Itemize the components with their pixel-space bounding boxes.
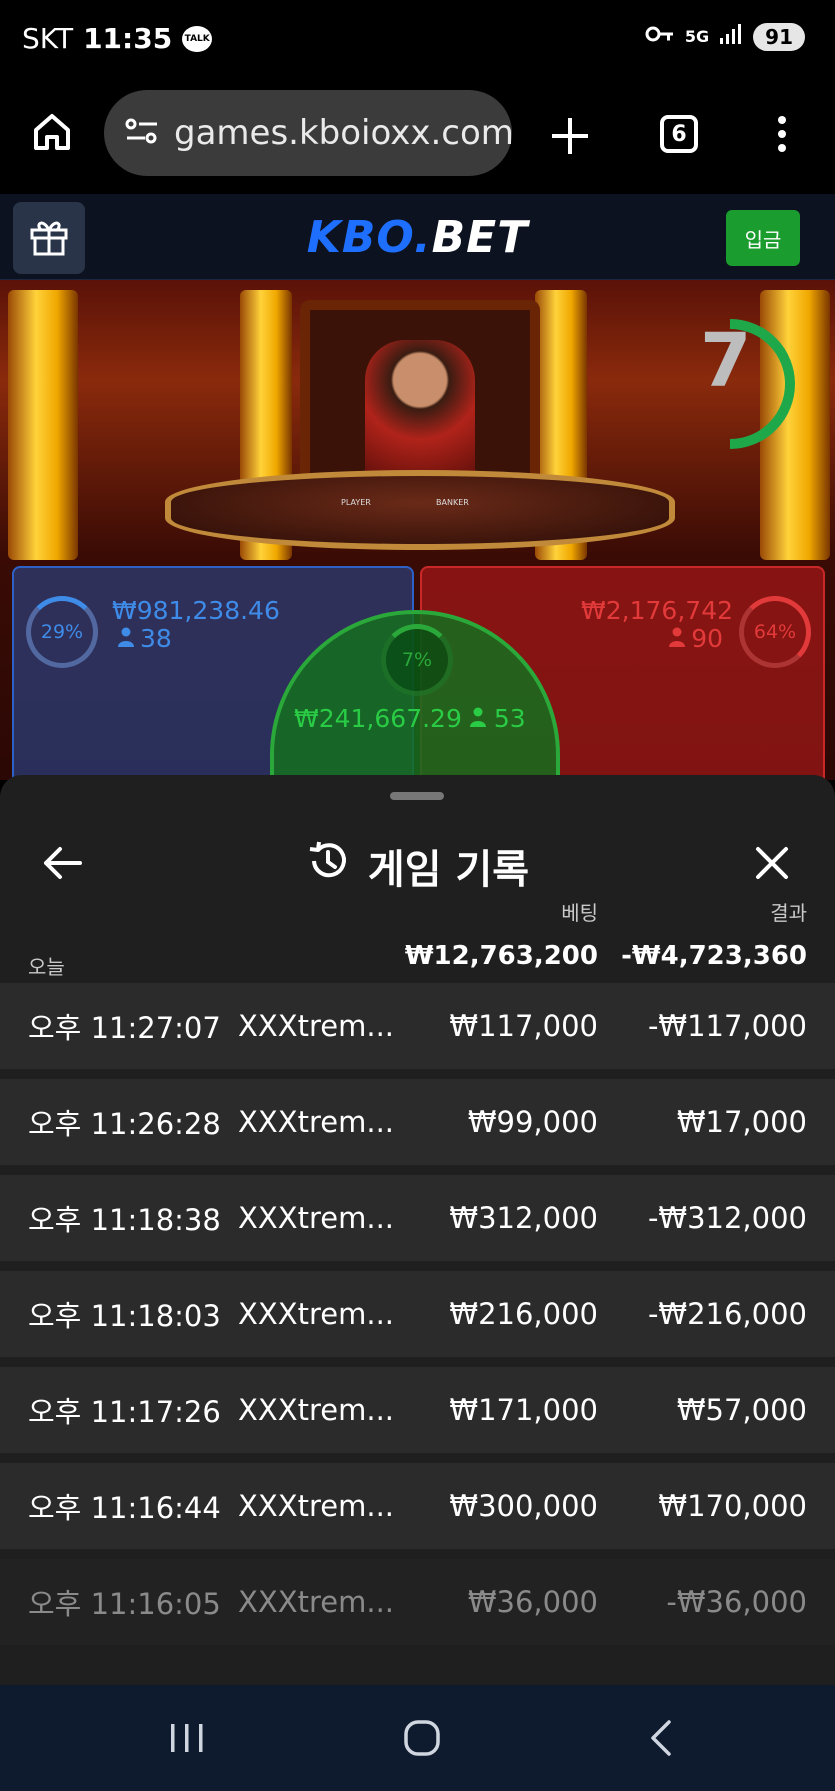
- person-icon: [118, 624, 134, 653]
- tie-percent-ring: 7%: [381, 624, 453, 696]
- row-result: -₩117,000: [647, 1009, 807, 1043]
- countdown-timer: 7: [700, 318, 752, 404]
- carrier-label: SKT: [22, 22, 74, 55]
- battery-indicator: 91: [753, 22, 805, 51]
- history-row[interactable]: 오후 11:17:26 XXXtrem... ₩171,000 ₩57,000: [0, 1367, 835, 1453]
- banker-bettors: 90: [691, 624, 723, 653]
- sheet-drag-handle[interactable]: [390, 792, 444, 800]
- row-time: 오후 11:18:03: [28, 1299, 221, 1333]
- today-result-total: -₩4,723,360: [621, 941, 807, 971]
- column-header-result: 결과: [770, 901, 807, 925]
- close-icon[interactable]: [752, 843, 792, 887]
- more-menu-icon[interactable]: [770, 112, 794, 160]
- url-text: games.kboioxx.com/: [174, 113, 512, 153]
- table-label-banker: BANKER: [436, 498, 469, 507]
- row-time: 오후 11:16:05: [28, 1587, 221, 1621]
- browser-toolbar: games.kboioxx.com/ 6: [0, 82, 835, 194]
- row-result: -₩216,000: [647, 1297, 807, 1331]
- banker-amount: ₩2,176,742: [581, 596, 733, 625]
- row-time: 오후 11:27:07: [28, 1011, 221, 1045]
- sheet-title-wrap: 게임 기록: [0, 837, 835, 895]
- game-table: PLAYER BANKER: [165, 470, 675, 550]
- live-game-view: PLAYER BANKER 7 29% ₩981,238.46 38 ₩2,17…: [0, 280, 835, 780]
- new-tab-icon[interactable]: [548, 114, 592, 162]
- history-row[interactable]: 오후 11:16:05 XXXtrem... ₩36,000 -₩36,000: [0, 1559, 835, 1645]
- row-result: -₩312,000: [647, 1201, 807, 1235]
- sheet-title: 게임 기록: [367, 847, 530, 893]
- home-nav-icon[interactable]: [400, 1715, 444, 1761]
- tie-amount: ₩241,667.29: [294, 704, 462, 733]
- row-game: XXXtrem...: [238, 1489, 395, 1523]
- row-game: XXXtrem...: [238, 1393, 395, 1427]
- row-game: XXXtrem...: [238, 1105, 395, 1139]
- table-label-player: PLAYER: [341, 498, 371, 507]
- column-header-bet: 베팅: [561, 901, 598, 925]
- deposit-button[interactable]: 입금: [726, 210, 800, 266]
- row-game: XXXtrem...: [238, 1009, 395, 1043]
- site-logo[interactable]: KBO.BET: [0, 212, 835, 263]
- game-history-sheet: 게임 기록 베팅 결과 오늘 ₩12,763,200 -₩4,723,360 오…: [0, 775, 835, 1685]
- person-icon: [669, 624, 686, 653]
- row-bet: ₩171,000: [449, 1393, 598, 1427]
- today-summary-row: 오늘 ₩12,763,200 -₩4,723,360: [0, 935, 835, 979]
- recent-apps-icon[interactable]: [165, 1715, 209, 1761]
- history-row[interactable]: 오후 11:18:03 XXXtrem... ₩216,000 -₩216,00…: [0, 1271, 835, 1357]
- sheet-header: 게임 기록: [0, 823, 835, 903]
- tie-bettors: 53: [493, 704, 526, 733]
- row-game: XXXtrem...: [238, 1201, 395, 1235]
- row-time: 오후 11:26:28: [28, 1107, 221, 1141]
- home-icon[interactable]: [30, 110, 74, 158]
- site-header: KBO.BET 입금: [0, 194, 835, 280]
- network-label: 5G: [684, 27, 710, 46]
- row-bet: ₩99,000: [467, 1105, 598, 1139]
- history-icon: [306, 839, 350, 893]
- row-time: 오후 11:16:44: [28, 1491, 221, 1525]
- status-bar: SKT 11:35 TALK 5G 91: [0, 0, 835, 82]
- row-bet: ₩300,000: [449, 1489, 598, 1523]
- logo-bet: BET: [431, 212, 529, 263]
- site-settings-icon[interactable]: [124, 116, 160, 150]
- player-bettors: 38: [140, 624, 172, 653]
- history-row[interactable]: 오후 11:18:38 XXXtrem... ₩312,000 -₩312,00…: [0, 1175, 835, 1261]
- row-game: XXXtrem...: [238, 1585, 395, 1619]
- kakaotalk-icon: TALK: [182, 25, 213, 52]
- history-row[interactable]: 오후 11:27:07 XXXtrem... ₩117,000 -₩117,00…: [0, 983, 835, 1069]
- player-amount: ₩981,238.46: [112, 596, 280, 625]
- row-bet: ₩117,000: [449, 1009, 598, 1043]
- today-label: 오늘: [28, 955, 65, 979]
- row-result: ₩17,000: [676, 1105, 807, 1139]
- row-result: ₩170,000: [658, 1489, 807, 1523]
- back-nav-icon[interactable]: [640, 1715, 684, 1761]
- row-result: -₩36,000: [666, 1585, 807, 1619]
- today-bet-total: ₩12,763,200: [404, 941, 598, 971]
- row-game: XXXtrem...: [238, 1297, 395, 1331]
- key-icon: [645, 24, 675, 49]
- row-time: 오후 11:18:38: [28, 1203, 221, 1237]
- person-icon: [469, 704, 486, 733]
- row-bet: ₩216,000: [449, 1297, 598, 1331]
- banker-percent-ring: 64%: [739, 596, 811, 668]
- history-row[interactable]: 오후 11:26:28 XXXtrem... ₩99,000 ₩17,000: [0, 1079, 835, 1165]
- row-result: ₩57,000: [676, 1393, 807, 1427]
- player-percent-ring: 29%: [26, 596, 98, 668]
- clock: 11:35: [83, 22, 173, 55]
- row-bet: ₩36,000: [467, 1585, 598, 1619]
- logo-kbo: KBO.: [306, 212, 432, 263]
- row-time: 오후 11:17:26: [28, 1395, 221, 1429]
- tab-switcher-button[interactable]: 6: [660, 115, 698, 153]
- history-row[interactable]: 오후 11:16:44 XXXtrem... ₩300,000 ₩170,000: [0, 1463, 835, 1549]
- decor-pillar: [8, 290, 78, 560]
- row-bet: ₩312,000: [449, 1201, 598, 1235]
- signal-icon: [719, 22, 743, 51]
- system-nav-bar: [0, 1685, 835, 1791]
- address-bar[interactable]: games.kboioxx.com/: [104, 90, 512, 176]
